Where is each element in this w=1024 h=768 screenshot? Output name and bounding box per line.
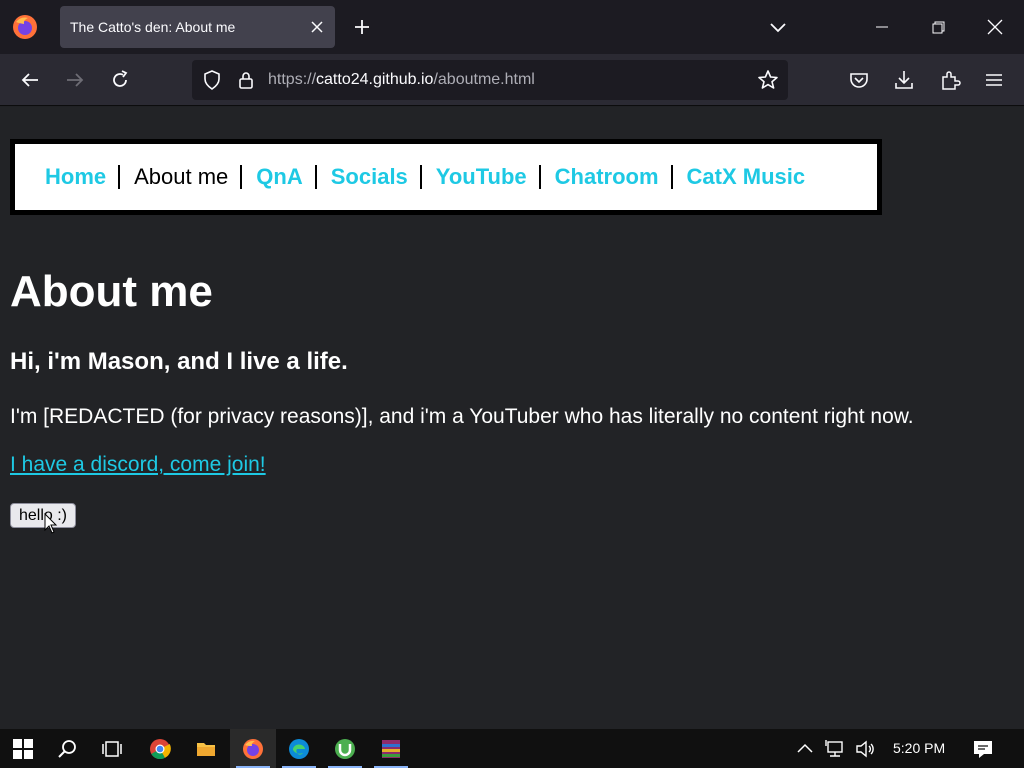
tab-close-icon[interactable]: [309, 19, 325, 35]
nav-separator: [240, 165, 243, 189]
url-path: /aboutme.html: [433, 71, 535, 88]
nav-separator: [538, 165, 541, 189]
nav-link-socials[interactable]: Socials: [331, 164, 408, 190]
edge-icon[interactable]: [276, 729, 322, 768]
tab-title: The Catto's den: About me: [70, 19, 236, 35]
extensions-icon[interactable]: [938, 68, 962, 92]
forward-icon[interactable]: [63, 68, 87, 92]
restore-icon[interactable]: [926, 15, 950, 39]
new-tab-icon[interactable]: [350, 15, 374, 39]
hamburger-menu-icon[interactable]: [982, 68, 1006, 92]
volume-icon[interactable]: [854, 738, 876, 760]
nav-link-catx-music[interactable]: CatX Music: [687, 164, 806, 190]
tab-strip: The Catto's den: About me: [0, 0, 1024, 54]
nav-separator: [419, 165, 422, 189]
bookmark-star-icon[interactable]: [756, 68, 780, 92]
nav-link-about-me[interactable]: About me: [134, 164, 228, 190]
firefox-menu-icon[interactable]: [10, 12, 40, 42]
list-all-tabs-icon[interactable]: [766, 15, 790, 39]
chrome-icon[interactable]: [137, 729, 183, 768]
chevron-up-icon[interactable]: [794, 738, 816, 760]
start-icon[interactable]: [0, 729, 46, 768]
back-icon[interactable]: [18, 68, 42, 92]
url-prefix: https://: [268, 71, 317, 88]
notifications-icon[interactable]: [972, 738, 994, 760]
discord-link[interactable]: I have a discord, come join!: [10, 453, 266, 477]
nav-link-chatroom[interactable]: Chatroom: [555, 164, 659, 190]
winrar-icon[interactable]: [368, 729, 414, 768]
site-navigation: Home About me QnA Socials YouTube Chatroom Cat…: [10, 139, 882, 215]
task-view-icon[interactable]: [89, 729, 135, 768]
tab-active[interactable]: The Catto's den: About me: [60, 6, 335, 48]
lock-icon[interactable]: [234, 68, 258, 92]
nav-link-qna[interactable]: QnA: [256, 164, 302, 190]
shield-icon[interactable]: [200, 68, 224, 92]
taskbar-clock[interactable]: 5:20 PM: [893, 729, 945, 768]
minimize-icon[interactable]: [870, 15, 894, 39]
nav-separator: [670, 165, 673, 189]
downloads-icon[interactable]: [892, 68, 916, 92]
nav-separator: [314, 165, 317, 189]
mouse-cursor-icon: [44, 512, 58, 535]
reload-icon[interactable]: [108, 68, 132, 92]
navigation-toolbar: https://catto24.github.io/aboutme.html: [0, 54, 1024, 106]
firefox-icon[interactable]: [230, 729, 276, 768]
network-icon[interactable]: [824, 738, 846, 760]
page-content: Home About me QnA Socials YouTube Chatroom Cat…: [0, 107, 1024, 729]
url-host: catto24.github.io: [316, 71, 434, 88]
nav-separator: [118, 165, 121, 189]
file-explorer-icon[interactable]: [183, 729, 229, 768]
utorrent-icon[interactable]: [322, 729, 368, 768]
page-title: About me: [10, 267, 213, 316]
url-bar[interactable]: https://catto24.github.io/aboutme.html: [192, 60, 788, 100]
url-text[interactable]: https://catto24.github.io/aboutme.html: [268, 60, 535, 100]
hello-button[interactable]: hello :): [10, 503, 76, 528]
page-subtitle: Hi, i'm Mason, and I live a life.: [10, 348, 348, 375]
nav-link-home[interactable]: Home: [45, 164, 106, 190]
intro-paragraph: I'm [REDACTED (for privacy reasons)], an…: [10, 405, 914, 428]
search-icon[interactable]: [44, 729, 90, 768]
taskbar: 5:20 PM: [0, 729, 1024, 768]
window-close-icon[interactable]: [983, 15, 1007, 39]
nav-link-youtube[interactable]: YouTube: [436, 164, 527, 190]
pocket-icon[interactable]: [847, 68, 871, 92]
